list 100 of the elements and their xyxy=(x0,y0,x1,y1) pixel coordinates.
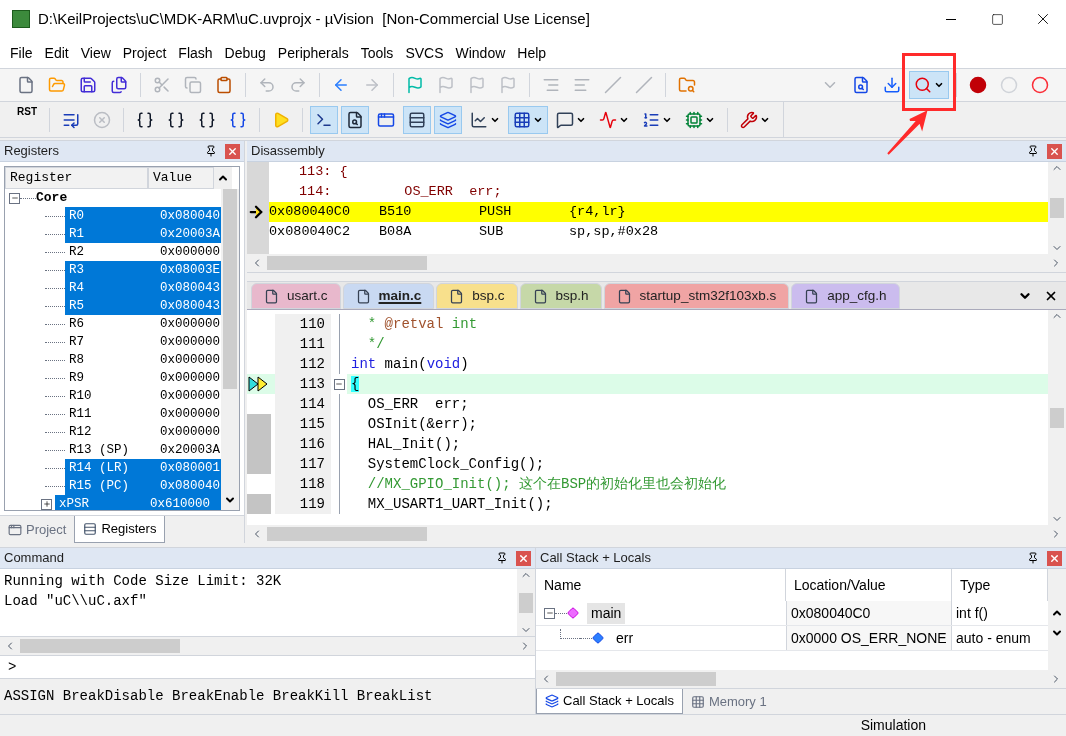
register-name: R5 xyxy=(68,297,85,315)
column-header[interactable]: Name xyxy=(536,569,786,601)
menu-item[interactable]: Debug xyxy=(218,42,272,64)
window-title: D:\KeilProjects\uC\MDK-ARM\uC.uvprojx - µVision [Non-Commercial Use License] xyxy=(38,8,591,29)
flag-icon xyxy=(437,76,455,94)
vertical-scrollbar[interactable] xyxy=(1048,162,1066,254)
vertical-scrollbar[interactable] xyxy=(517,569,535,636)
source-line: 113: { xyxy=(298,163,349,181)
rows-icon xyxy=(408,110,426,129)
close-icon[interactable] xyxy=(1044,289,1058,303)
file-tab[interactable]: app_cfg.h xyxy=(791,283,900,309)
register-row[interactable]: R14 (LR) 0x080001 xyxy=(65,459,221,477)
file-tab[interactable]: bsp.c xyxy=(436,283,518,309)
register-row[interactable]: R11 0x000000 xyxy=(65,405,221,423)
close-button[interactable] xyxy=(516,550,531,566)
register-row[interactable]: R13 (SP) 0x20003A xyxy=(65,441,221,459)
register-row[interactable]: R12 0x000000 xyxy=(65,423,221,441)
register-value: 0x20003A xyxy=(160,441,220,459)
coverage-marker xyxy=(247,494,271,514)
line-number: 114 xyxy=(275,394,331,414)
scroll-thumb[interactable] xyxy=(1050,198,1064,218)
register-row[interactable]: R0 0x080040 xyxy=(65,207,221,225)
fold-toggle[interactable] xyxy=(333,378,345,390)
register-row[interactable]: R9 0x000000 xyxy=(65,369,221,387)
menu-item[interactable]: Peripherals xyxy=(271,42,355,64)
menu-item[interactable]: Project xyxy=(116,42,173,64)
scroll-thumb[interactable] xyxy=(223,189,237,389)
command-input[interactable]: > xyxy=(0,655,535,679)
panel-tab[interactable]: Memory 1 xyxy=(682,689,775,714)
menu-item[interactable]: Tools xyxy=(354,42,400,64)
register-row[interactable]: R3 0x08003E xyxy=(65,261,221,279)
register-row[interactable]: xPSR 0x610000 xyxy=(55,495,221,510)
scroll-thumb[interactable] xyxy=(556,672,716,686)
variable-name[interactable]: main xyxy=(587,602,626,624)
register-row[interactable]: R6 0x000000 xyxy=(65,315,221,333)
file-tab[interactable]: usart.c xyxy=(251,283,341,309)
line-number: 117 xyxy=(275,454,331,474)
horizontal-scrollbar[interactable] xyxy=(247,525,1066,543)
register-value: 0x08003E xyxy=(160,261,220,279)
menu-item[interactable]: View xyxy=(74,42,117,64)
scroll-thumb[interactable] xyxy=(1050,407,1064,428)
variable-name[interactable]: err xyxy=(612,627,638,649)
column-header[interactable]: Register xyxy=(5,167,148,189)
register-row[interactable]: R2 0x000000 xyxy=(65,243,221,261)
scroll-thumb[interactable] xyxy=(519,592,533,613)
register-row[interactable]: R4 0x080043 xyxy=(65,279,221,297)
horizontal-scrollbar[interactable] xyxy=(0,637,535,655)
register-row[interactable]: R1 0x20003A xyxy=(65,225,221,243)
file-tab[interactable]: main.c xyxy=(342,283,435,309)
file-tab[interactable]: bsp.h xyxy=(519,283,602,309)
file-tab[interactable]: startup_stm32f103xb.s xyxy=(603,283,790,309)
pin-icon[interactable] xyxy=(1027,552,1039,564)
menu-item[interactable]: Window xyxy=(449,42,512,64)
menu-item[interactable]: Help xyxy=(511,42,553,64)
grid-icon xyxy=(690,694,705,709)
register-row[interactable]: R10 0x000000 xyxy=(65,387,221,405)
scroll-thumb[interactable] xyxy=(267,256,427,270)
vertical-scrollbar[interactable] xyxy=(221,189,239,510)
register-row[interactable]: R5 0x080043 xyxy=(65,297,221,315)
vertical-scrollbar[interactable] xyxy=(1048,569,1066,670)
horizontal-scrollbar[interactable] xyxy=(536,670,1066,688)
tree-toggle[interactable] xyxy=(41,498,52,510)
register-row[interactable]: R7 0x000000 xyxy=(65,333,221,351)
menu-item[interactable]: Flash xyxy=(172,42,219,64)
panel-tab[interactable]: Registers xyxy=(74,516,166,543)
output-line: Running with Code Size Limit: 32K xyxy=(4,572,283,591)
tree-toggle[interactable] xyxy=(9,192,20,204)
register-row[interactable]: R15 (PC) 0x080040 xyxy=(65,477,221,495)
close-button[interactable] xyxy=(1047,550,1062,566)
memory-window-button[interactable] xyxy=(508,105,548,134)
registers-window-button[interactable] xyxy=(403,105,431,134)
tree-node-label[interactable]: Core xyxy=(36,189,68,208)
menu-item[interactable]: SVCS xyxy=(399,42,450,64)
vertical-scrollbar[interactable] xyxy=(1048,310,1066,525)
column-header[interactable]: Value xyxy=(148,167,214,189)
scroll-thumb[interactable] xyxy=(267,527,427,541)
close-button[interactable] xyxy=(225,143,240,159)
scroll-up-button[interactable] xyxy=(214,167,232,189)
close-button[interactable] xyxy=(1047,143,1062,159)
menu-item[interactable]: File xyxy=(4,42,39,64)
register-row[interactable]: R8 0x000000 xyxy=(65,351,221,369)
horizontal-scrollbar[interactable] xyxy=(247,254,1066,272)
debug-session-button[interactable] xyxy=(909,71,949,99)
menu-item[interactable]: Edit xyxy=(38,42,75,64)
panel-tab[interactable]: Call Stack + Locals xyxy=(536,689,683,714)
tree-toggle[interactable] xyxy=(544,607,555,619)
disassembly-window-button[interactable] xyxy=(341,105,369,134)
rows-icon xyxy=(83,522,98,536)
panel-tab[interactable]: Project xyxy=(0,516,75,543)
register-value: 0x000000 xyxy=(160,405,220,423)
code-line: */ xyxy=(366,334,385,354)
collapse-icon xyxy=(10,194,19,202)
pin-icon[interactable] xyxy=(496,552,508,564)
call-stack-window-button[interactable] xyxy=(434,105,462,134)
file-icon xyxy=(355,288,371,304)
pin-icon[interactable] xyxy=(1027,145,1039,157)
pin-icon[interactable] xyxy=(205,145,217,157)
reset-button[interactable]: RST xyxy=(12,105,42,134)
command-window-button[interactable] xyxy=(310,105,338,134)
scroll-thumb[interactable] xyxy=(20,639,180,653)
